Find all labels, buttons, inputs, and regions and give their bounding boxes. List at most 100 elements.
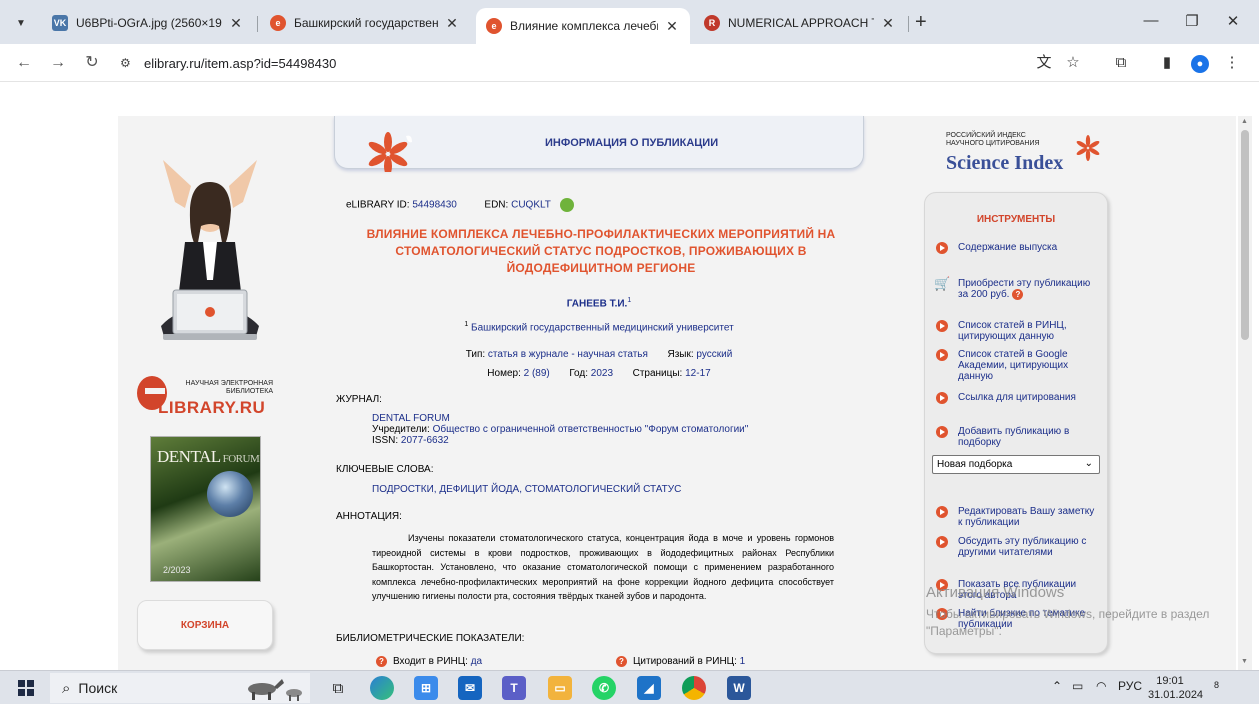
edn-link[interactable]: CUQKLT: [511, 200, 551, 211]
web-page: НАУЧНАЯ ЭЛЕКТРОННАЯ БИБЛИОТЕКА LIBRARY.R…: [0, 82, 1259, 670]
close-icon[interactable]: ✕: [228, 15, 244, 32]
arrow-right-circle-icon: [936, 320, 948, 332]
tab-4[interactable]: R NUMERICAL APPROACH TO SIN ✕: [694, 8, 906, 38]
arrow-left-icon: ←: [16, 54, 32, 71]
keywords-label: КЛЮЧЕВЫЕ СЛОВА:: [336, 464, 434, 475]
restore-button[interactable]: ❐: [1177, 12, 1207, 30]
collection-select[interactable]: Новая подборка ⌄: [932, 455, 1100, 474]
tab-separator: [908, 16, 909, 32]
new-tab-button[interactable]: +: [915, 12, 927, 32]
close-icon[interactable]: ✕: [664, 18, 680, 35]
windows-taskbar: ⌕ Поиск ⧉ ⊞ ✉ T ▭ ✆ ◢ W ⌃ ▭ ◠ РУС 19:01 …: [0, 670, 1259, 704]
journal-cover[interactable]: DENTAL FORUM 2/2023: [150, 436, 261, 582]
arrow-right-circle-icon: [936, 506, 948, 518]
journal-founder-link[interactable]: Общество с ограниченной ответственностью…: [433, 424, 749, 435]
star-icon[interactable]: ☆: [1063, 54, 1083, 74]
publication-type: Тип: статья в журнале - научная статья Я…: [465, 349, 733, 360]
elibrary-logo-text[interactable]: LIBRARY.RU: [158, 398, 265, 418]
taskbar-clock[interactable]: 19:01 31.01.2024: [1148, 674, 1203, 702]
help-icon[interactable]: ?: [376, 656, 387, 667]
browser-toolbar: ← → ↻ ⚙ elibrary.ru/item.asp?id=54498430…: [0, 44, 1259, 82]
minimize-icon: —: [1143, 12, 1159, 29]
keywords-links[interactable]: ПОДРОСТКИ, ДЕФИЦИТ ЙОДА, СТОМАТОЛОГИЧЕСК…: [372, 484, 681, 495]
back-button[interactable]: ←: [14, 53, 34, 73]
asterisk-icon: [1076, 135, 1100, 161]
whatsapp-icon[interactable]: ✆: [592, 676, 616, 700]
arrow-right-circle-icon: [936, 349, 948, 361]
edge-browser-icon[interactable]: [370, 676, 394, 700]
elibrary-id: 54498430: [412, 199, 457, 211]
extensions-icon[interactable]: ⧉: [1111, 54, 1131, 74]
tab-1[interactable]: VK U6BPti-OGrA.jpg (2560×1920) ✕: [42, 8, 254, 38]
tool-citation-link[interactable]: Ссылка для цитирования: [936, 392, 1098, 404]
zebra-decoration-icon: [248, 679, 302, 701]
show-hidden-icons-icon[interactable]: ⌃: [1052, 679, 1062, 693]
author-link[interactable]: ГАНЕЕВ Т.И.1: [334, 297, 864, 309]
battery-icon[interactable]: ▭: [1072, 679, 1083, 693]
language-indicator[interactable]: РУС: [1118, 679, 1142, 693]
scroll-down-icon[interactable]: ▼: [1241, 658, 1248, 665]
tool-google-scholar-citing[interactable]: Список статей в Google Академии, цитирую…: [936, 349, 1098, 382]
file-explorer-icon[interactable]: ▭: [548, 676, 572, 700]
person-icon: ●: [1191, 55, 1209, 73]
minimize-button[interactable]: —: [1136, 12, 1166, 29]
scroll-up-icon[interactable]: ▲: [1241, 118, 1248, 125]
close-icon[interactable]: ✕: [880, 15, 896, 32]
tool-edit-note[interactable]: Редактировать Вашу заметку к публикации: [936, 506, 1098, 528]
help-icon[interactable]: ?: [616, 656, 627, 667]
elibrary-icon: e: [486, 18, 502, 34]
tab-search-button[interactable]: ▼: [8, 12, 34, 34]
publication-title: ВЛИЯНИЕ КОМПЛЕКСА ЛЕЧЕБНО-ПРОФИЛАКТИЧЕСК…: [366, 227, 836, 275]
side-panel-icon[interactable]: ▮: [1157, 54, 1177, 74]
globe-image: [207, 471, 253, 517]
tab-2[interactable]: e Башкирский государственный ✕: [260, 8, 470, 38]
science-index-tagline: РОССИЙСКИЙ ИНДЕКС НАУЧНОГО ЦИТИРОВАНИЯ: [946, 132, 1040, 147]
translate-icon[interactable]: 文: [1034, 54, 1054, 74]
shopping-cart-icon: 🛒: [934, 276, 951, 291]
profile-avatar[interactable]: ●: [1190, 54, 1210, 74]
tool-issue-contents[interactable]: Содержание выпуска: [936, 242, 1098, 254]
site-settings-icon[interactable]: ⚙: [120, 56, 136, 70]
affiliation[interactable]: 1 Башкирский государственный медицинский…: [334, 321, 864, 333]
science-index-logo[interactable]: Science Index: [946, 152, 1063, 175]
notifications-icon[interactable]: 8: [1214, 679, 1232, 697]
journal-name-link[interactable]: DENTAL FORUM: [372, 413, 748, 424]
issue-link[interactable]: 2 (89): [524, 368, 550, 379]
help-icon[interactable]: ?: [1012, 289, 1024, 300]
tools-title: ИНСТРУМЕНТЫ: [976, 214, 1056, 225]
page-scrollbar[interactable]: ▲ ▼: [1238, 116, 1252, 670]
tool-buy-publication[interactable]: 🛒 Приобрести эту публикацию за 200 руб.?: [934, 276, 1098, 300]
reload-button[interactable]: ↻: [82, 53, 102, 73]
url-text[interactable]: elibrary.ru/item.asp?id=54498430: [144, 56, 336, 71]
windows-activation-watermark-text: Чтобы активировать Windows, перейдите в …: [926, 607, 1210, 638]
tool-rinc-citing[interactable]: Список статей в РИНЦ, цитирующих данную: [936, 320, 1098, 342]
microsoft-store-icon[interactable]: ⊞: [414, 676, 438, 700]
close-icon[interactable]: ✕: [444, 15, 460, 32]
citations-link[interactable]: 1: [740, 656, 746, 667]
task-view-icon[interactable]: ⧉: [326, 676, 350, 700]
address-bar[interactable]: ⚙ elibrary.ru/item.asp?id=54498430: [112, 50, 1092, 76]
arrow-right-circle-icon: [936, 392, 948, 404]
cart-button[interactable]: КОРЗИНА: [137, 600, 273, 650]
cover-year: 2/2023: [163, 565, 191, 575]
menu-kebab-icon[interactable]: ⋮: [1222, 54, 1242, 74]
tool-add-to-collection[interactable]: Добавить публикацию в подборку: [936, 426, 1098, 448]
tool-discuss[interactable]: Обсудить эту публикацию с другими читате…: [936, 536, 1098, 558]
issue-info: Номер: 2 (89) Год: 2023 Страницы: 12-17: [487, 368, 711, 379]
tab-3-active[interactable]: e Влияние комплекса лечебно- ✕: [476, 8, 690, 44]
wifi-icon[interactable]: ◠: [1096, 679, 1106, 693]
teams-icon[interactable]: T: [502, 676, 526, 700]
windows-start-button[interactable]: [18, 680, 34, 696]
header-title: ИНФОРМАЦИЯ О ПУБЛИКАЦИИ: [545, 137, 719, 149]
word-icon[interactable]: W: [727, 676, 751, 700]
mail-icon[interactable]: ✉: [458, 676, 482, 700]
qr-code-icon[interactable]: [559, 198, 574, 212]
forward-button[interactable]: →: [48, 53, 68, 73]
taskbar-search[interactable]: ⌕ Поиск: [50, 673, 310, 703]
close-window-button[interactable]: ✕: [1218, 12, 1248, 30]
chrome-icon[interactable]: [682, 676, 706, 700]
issn-link[interactable]: 2077-6632: [401, 435, 449, 446]
close-icon: ✕: [1226, 13, 1240, 30]
app-icon[interactable]: ◢: [637, 676, 661, 700]
scrollbar-thumb[interactable]: [1241, 130, 1249, 340]
